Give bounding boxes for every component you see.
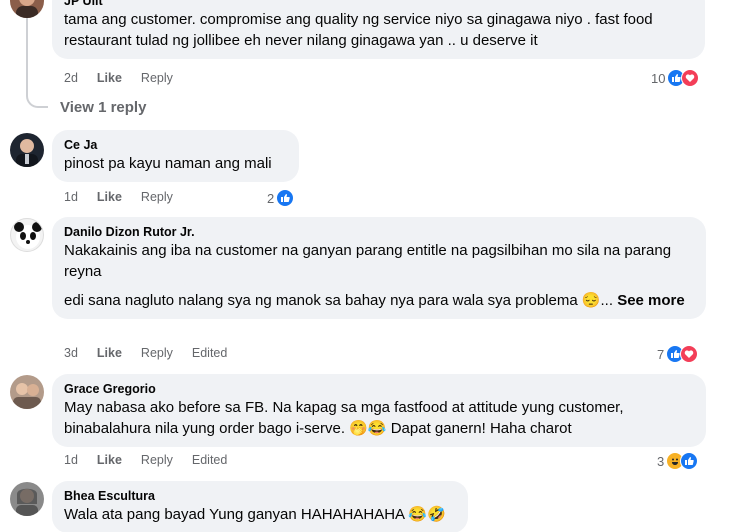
see-more-link[interactable]: See more xyxy=(617,292,685,309)
reply-button[interactable]: Reply xyxy=(141,346,173,360)
reaction-summary[interactable]: 7 xyxy=(657,345,699,363)
like-button[interactable]: Like xyxy=(97,346,122,360)
comment-actions: 3d Like Reply Edited xyxy=(64,346,227,360)
reaction-count: 3 xyxy=(657,453,665,469)
reaction-count: 7 xyxy=(657,346,665,362)
comment-text: May nabasa ako before sa FB. Na kapag sa… xyxy=(64,399,624,437)
comment-text: edi sana nagluto nalang sya ng manok sa … xyxy=(64,290,694,311)
comment-author[interactable]: JP Ulit xyxy=(64,0,693,9)
comment-actions: 2d Like Reply xyxy=(64,71,173,85)
heart-icon xyxy=(681,69,700,87)
edited-label[interactable]: Edited xyxy=(192,453,227,467)
like-icon xyxy=(276,189,295,207)
comment-timestamp[interactable]: 1d xyxy=(64,453,78,467)
reply-button[interactable]: Reply xyxy=(141,190,173,204)
edited-label[interactable]: Edited xyxy=(192,346,227,360)
reply-button[interactable]: Reply xyxy=(141,453,173,467)
reaction-summary[interactable]: 2 xyxy=(267,189,295,207)
comment-author[interactable]: Danilo Dizon Rutor Jr. xyxy=(64,224,694,240)
avatar[interactable] xyxy=(10,0,44,18)
reaction-summary[interactable]: 10 xyxy=(651,69,700,87)
avatar[interactable] xyxy=(10,133,44,167)
comment-text: Nakakainis ang iba na customer na ganyan… xyxy=(64,242,672,280)
reaction-count: 2 xyxy=(267,190,275,206)
comment-bubble: JP Ulit tama ang customer. compromise an… xyxy=(52,0,705,59)
like-icon xyxy=(680,452,699,470)
comment-timestamp[interactable]: 3d xyxy=(64,346,78,360)
reaction-count: 10 xyxy=(651,70,666,86)
like-button[interactable]: Like xyxy=(97,453,122,467)
avatar[interactable] xyxy=(10,482,44,516)
comment-text-line: edi sana nagluto nalang sya ng manok sa … xyxy=(64,292,614,309)
comment-timestamp[interactable]: 1d xyxy=(64,190,78,204)
comment-timestamp[interactable]: 2d xyxy=(64,71,78,85)
comment-bubble: Grace Gregorio May nabasa ako before sa … xyxy=(52,374,706,447)
thread-connector xyxy=(26,80,48,108)
comment-author[interactable]: Ce Ja xyxy=(64,137,287,153)
avatar[interactable] xyxy=(10,375,44,409)
comment-actions: 1d Like Reply xyxy=(64,190,173,204)
comment-author[interactable]: Grace Gregorio xyxy=(64,381,694,397)
comment-bubble: Bhea Escultura Wala ata pang bayad Yung … xyxy=(52,481,468,532)
comment-text: tama ang customer. compromise ang qualit… xyxy=(64,11,653,49)
comment-text: Wala ata pang bayad Yung ganyan HAHAHAHA… xyxy=(64,506,446,523)
heart-icon xyxy=(680,345,699,363)
avatar[interactable] xyxy=(10,218,44,252)
comment-actions: 1d Like Reply Edited xyxy=(64,453,227,467)
comment-bubble: Danilo Dizon Rutor Jr. Nakakainis ang ib… xyxy=(52,217,706,319)
view-replies-link[interactable]: View 1 reply xyxy=(60,99,146,116)
like-button[interactable]: Like xyxy=(97,190,122,204)
reply-button[interactable]: Reply xyxy=(141,71,173,85)
comment-text: pinost pa kayu naman ang mali xyxy=(64,155,272,172)
comment-bubble: Ce Ja pinost pa kayu naman ang mali xyxy=(52,130,299,182)
comment-author[interactable]: Bhea Escultura xyxy=(64,488,456,504)
reaction-summary[interactable]: 3 xyxy=(657,452,699,470)
like-button[interactable]: Like xyxy=(97,71,122,85)
